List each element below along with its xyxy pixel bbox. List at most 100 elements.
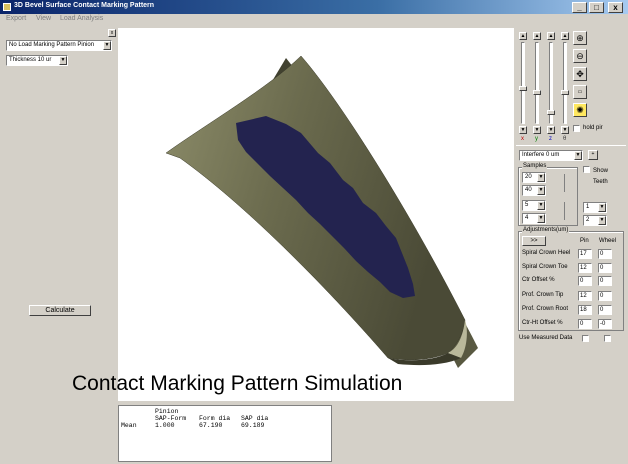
results-col-sap-dia: SAP dia bbox=[241, 415, 269, 422]
divider bbox=[516, 145, 626, 146]
3d-viewport[interactable] bbox=[118, 28, 514, 401]
slider-x-track[interactable] bbox=[521, 42, 525, 124]
ctr-offset-pin-input[interactable]: 0 bbox=[578, 276, 592, 286]
adjustments-go-button[interactable]: >> bbox=[522, 236, 546, 246]
spiral-crown-toe-pin-input[interactable]: 12 bbox=[578, 263, 592, 273]
slider-x-up-button[interactable]: ▲ bbox=[519, 32, 527, 40]
left-panel: x No Load Marking Pattern Pinion ▼ Thick… bbox=[0, 26, 118, 464]
pan-icon[interactable]: ✥ bbox=[573, 67, 587, 81]
adjust-row-label: Prof. Crown Tip bbox=[522, 292, 564, 298]
spiral-crown-toe-wheel-input[interactable]: 0 bbox=[598, 263, 612, 273]
results-value-form-dia: 67.190 bbox=[199, 422, 223, 429]
chevron-down-icon: ▼ bbox=[103, 41, 111, 50]
ctr-ht-offset-wheel-input[interactable]: -0 bbox=[598, 319, 612, 329]
chevron-down-icon: ▼ bbox=[59, 56, 67, 65]
results-col-sap-form: SAP-Form bbox=[155, 415, 187, 422]
minimize-button[interactable]: _ bbox=[572, 2, 587, 13]
interference-select[interactable]: Interfere 0 um ▼ bbox=[519, 150, 583, 161]
use-measured-pin-checkbox[interactable] bbox=[582, 335, 589, 342]
ctr-ht-offset-pin-input[interactable]: 0 bbox=[578, 319, 592, 329]
col-pin-header: Pin bbox=[580, 238, 589, 244]
left-panel-close-button[interactable]: x bbox=[108, 29, 116, 37]
close-button[interactable]: x bbox=[608, 2, 623, 13]
col-wheel-header: Wheel bbox=[599, 238, 617, 244]
spiral-crown-heel-wheel-input[interactable]: 0 bbox=[598, 249, 612, 259]
hold-pinion-label: hold pir bbox=[583, 125, 603, 131]
results-value-sap-dia: 69.189 bbox=[241, 422, 265, 429]
chevron-down-icon: ▼ bbox=[537, 214, 545, 223]
hold-pinion-checkbox[interactable] bbox=[573, 125, 580, 132]
menu-bar: Export View Load Analysis bbox=[0, 14, 628, 25]
axis-label-theta: θ bbox=[563, 136, 567, 142]
slider-y-thumb[interactable] bbox=[533, 90, 541, 95]
pattern-select[interactable]: No Load Marking Pattern Pinion ▼ bbox=[6, 40, 112, 51]
axis-label-z: z bbox=[549, 136, 552, 142]
tooth-surface-render bbox=[165, 55, 478, 368]
bracket-line bbox=[564, 174, 566, 192]
thickness-select[interactable]: Thickness 10 ur ▼ bbox=[6, 55, 68, 66]
slider-y-up-button[interactable]: ▲ bbox=[533, 32, 541, 40]
samples-select-4[interactable]: 4 ▼ bbox=[522, 213, 546, 224]
slider-theta-track[interactable] bbox=[563, 42, 567, 124]
adjust-row-label: Spiral Crown Heel bbox=[522, 250, 571, 256]
prof-crown-root-wheel-input[interactable]: 0 bbox=[598, 305, 612, 315]
right-panel: ▲ ▲ ▲ ▲ ▼ ▼ ▼ ▼ x y z θ ⊕ ⊖ ✥ ▭ ✺ hold p… bbox=[514, 26, 628, 464]
slider-z-up-button[interactable]: ▲ bbox=[547, 32, 555, 40]
samples-select-3[interactable]: 5 ▼ bbox=[522, 200, 546, 211]
adjustments-label: Adjustments(um) bbox=[522, 227, 570, 233]
teeth-select-1[interactable]: 1 ▼ bbox=[583, 202, 607, 213]
results-header-pinion: Pinion bbox=[155, 408, 179, 415]
maximize-button[interactable]: □ bbox=[589, 2, 604, 13]
adjust-row-label: Prof. Crown Root bbox=[522, 306, 569, 312]
chevron-down-icon: ▼ bbox=[598, 216, 606, 225]
axis-label-y: y bbox=[535, 136, 538, 142]
show-teeth-checkbox[interactable] bbox=[583, 166, 590, 173]
calculate-button[interactable]: Calculate bbox=[29, 305, 91, 316]
slider-y-track[interactable] bbox=[535, 42, 539, 124]
zoom-in-icon[interactable]: ⊕ bbox=[573, 31, 587, 45]
menu-export[interactable]: Export bbox=[6, 15, 26, 22]
bracket-line bbox=[564, 202, 566, 220]
samples-select-2[interactable]: 40 ▼ bbox=[522, 185, 546, 196]
use-measured-wheel-checkbox[interactable] bbox=[604, 335, 611, 342]
samples-select-1[interactable]: 20 ▼ bbox=[522, 172, 546, 183]
results-value-sap-form: 1.000 bbox=[155, 422, 175, 429]
teeth-select-2[interactable]: 2 ▼ bbox=[583, 215, 607, 226]
spiral-crown-heel-pin-input[interactable]: 17 bbox=[578, 249, 592, 259]
title-bar: 3D Bevel Surface Contact Marking Pattern… bbox=[0, 0, 628, 14]
use-measured-data-label: Use Measured Data bbox=[519, 335, 573, 341]
menu-load-analysis[interactable]: Load Analysis bbox=[60, 15, 103, 22]
chevron-down-icon: ▼ bbox=[537, 201, 545, 210]
adjust-row-label: Ctr-Ht Offset % bbox=[522, 320, 563, 326]
chevron-down-icon: ▼ bbox=[537, 173, 545, 182]
results-row-label: Mean bbox=[121, 422, 137, 429]
app-icon bbox=[3, 3, 11, 11]
adjust-row-label: Ctr Offset % bbox=[522, 277, 555, 283]
prof-crown-tip-pin-input[interactable]: 12 bbox=[578, 291, 592, 301]
menu-view[interactable]: View bbox=[36, 15, 51, 22]
slider-z-thumb[interactable] bbox=[547, 110, 555, 115]
slider-x-thumb[interactable] bbox=[519, 86, 527, 91]
adjust-row-label: Spiral Crown Toe bbox=[522, 264, 568, 270]
prof-crown-tip-wheel-input[interactable]: 0 bbox=[598, 291, 612, 301]
slider-y-down-button[interactable]: ▼ bbox=[533, 126, 541, 134]
chevron-down-icon: ▼ bbox=[574, 151, 582, 160]
simulation-caption: Contact Marking Pattern Simulation bbox=[72, 372, 403, 395]
reset-view-icon[interactable]: ▭ bbox=[573, 85, 587, 99]
interference-apply-button[interactable]: + bbox=[588, 150, 598, 160]
show-teeth-label: Show Teeth bbox=[593, 168, 609, 185]
slider-theta-thumb[interactable] bbox=[561, 90, 569, 95]
axis-label-x: x bbox=[521, 136, 524, 142]
slider-x-down-button[interactable]: ▼ bbox=[519, 126, 527, 134]
slider-theta-down-button[interactable]: ▼ bbox=[561, 126, 569, 134]
window-title: 3D Bevel Surface Contact Marking Pattern bbox=[14, 2, 155, 9]
chevron-down-icon: ▼ bbox=[537, 186, 545, 195]
slider-z-down-button[interactable]: ▼ bbox=[547, 126, 555, 134]
light-bulb-icon[interactable]: ✺ bbox=[573, 103, 587, 117]
zoom-out-icon[interactable]: ⊖ bbox=[573, 49, 587, 63]
slider-theta-up-button[interactable]: ▲ bbox=[561, 32, 569, 40]
samples-label: Samples bbox=[522, 163, 548, 169]
prof-crown-root-pin-input[interactable]: 18 bbox=[578, 305, 592, 315]
ctr-offset-wheel-input[interactable]: 0 bbox=[598, 276, 612, 286]
results-col-form-dia: Form dia bbox=[199, 415, 231, 422]
